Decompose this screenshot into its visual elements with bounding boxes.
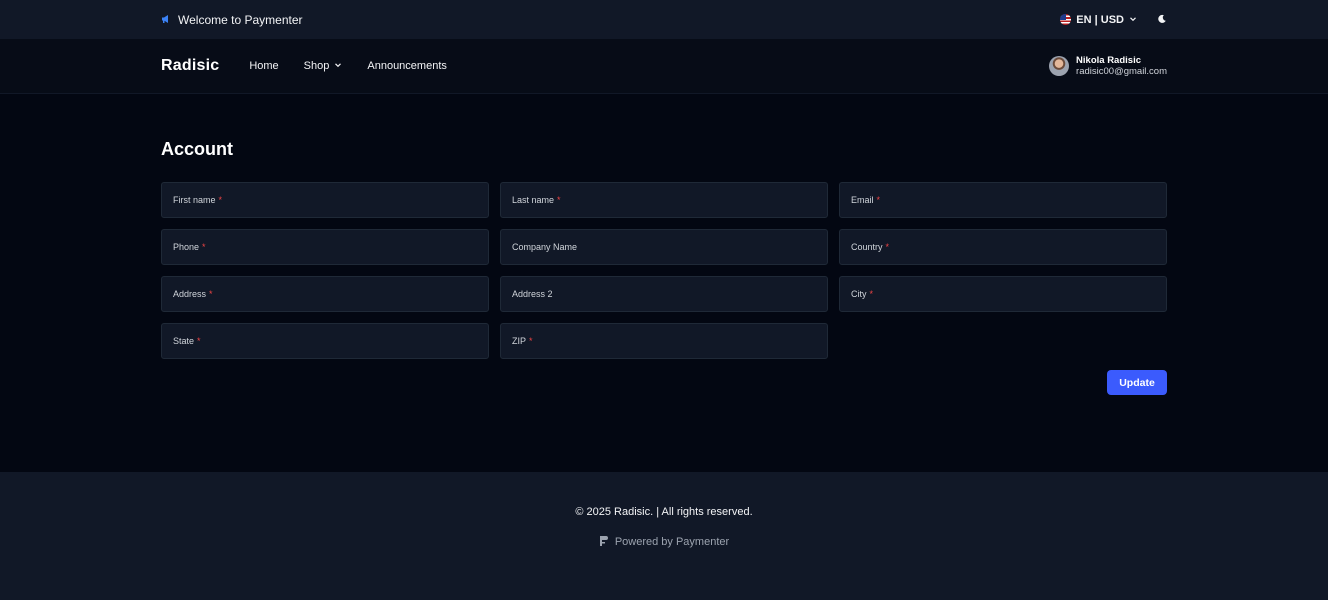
required-marker: * [885,242,890,252]
update-button[interactable]: Update [1107,370,1167,395]
chevron-down-icon [1129,14,1137,26]
footer: © 2025 Radisic. | All rights reserved. P… [0,472,1328,600]
field-label: ZIP [512,336,527,346]
user-email: radisic00@gmail.com [1076,66,1167,77]
state-field[interactable]: State * [161,323,489,359]
field-label: Address [173,289,207,299]
required-marker: * [869,289,874,299]
locale-selector[interactable]: EN | USD [1060,14,1137,26]
announcement-text: Welcome to Paymenter [178,12,303,27]
last-name-field[interactable]: Last name * [500,182,828,218]
user-menu[interactable]: Nikola Radisic radisic00@gmail.com [1049,55,1167,77]
field-label: State [173,336,195,346]
required-marker: * [202,242,206,252]
field-label: Company Name [512,242,578,252]
country-field[interactable]: Country * [839,229,1167,265]
zip-field[interactable]: ZIP * [500,323,828,359]
nav-link-label: Home [249,60,279,72]
account-form: First name * Last name * Email * Phone * Com… [161,182,1167,359]
brand-logo[interactable]: Radisic [161,57,219,75]
nav-link-shop[interactable]: Shop [304,60,343,72]
field-label: Last name [512,195,555,205]
email-field[interactable]: Email * [839,182,1167,218]
user-name: Nikola Radisic [1076,55,1141,66]
first-name-field[interactable]: First name * [161,182,489,218]
field-label: Address 2 [512,289,553,299]
city-field[interactable]: City * [839,276,1167,312]
nav-link-home[interactable]: Home [249,60,278,72]
field-label: Phone [173,242,200,252]
field-label: First name [173,195,216,205]
company-name-field[interactable]: Company Name [500,229,828,265]
megaphone-icon [161,13,171,27]
avatar [1049,56,1070,76]
required-marker: * [557,195,561,205]
locale-label: EN | USD [1076,13,1124,26]
field-label: Country [851,242,883,252]
required-marker: * [529,336,533,346]
field-label: City [851,289,867,299]
page-title: Account [161,139,233,159]
copyright-text: © 2025 Radisic. | All rights reserved. [575,506,753,518]
announcement-bar: Welcome to Paymenter EN | USD [0,0,1328,39]
us-flag-icon [1060,14,1072,25]
required-marker: * [209,289,213,299]
required-marker: * [876,195,881,205]
powered-by-link[interactable]: Powered by Paymenter [599,535,729,549]
powered-by-text: Powered by Paymenter [614,536,730,548]
announcement: Welcome to Paymenter [161,13,303,27]
field-label: Email [851,195,874,205]
chevron-down-icon [334,60,342,72]
address-2-field[interactable]: Address 2 [500,276,828,312]
navbar: Radisic Home Shop Announcements Nikola R… [0,39,1328,94]
nav-link-label: Announcements [367,60,447,72]
required-marker: * [218,195,223,205]
required-marker: * [197,336,201,346]
phone-field[interactable]: Phone * [161,229,489,265]
main-content: Account First name * Last name * Email * Ph… [0,94,1328,472]
address-field[interactable]: Address * [161,276,489,312]
moon-icon[interactable] [1157,11,1167,29]
paymenter-logo-icon [599,535,609,549]
nav-link-label: Shop [303,60,330,72]
nav-link-announcements[interactable]: Announcements [367,60,447,72]
